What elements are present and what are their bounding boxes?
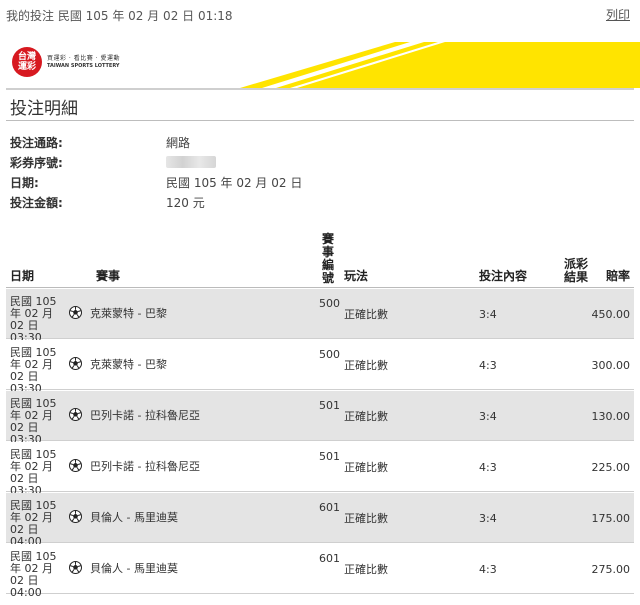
row-bet: 3:4 <box>479 308 497 321</box>
row-event-code: 500 <box>319 348 340 361</box>
table-row: 民國 105 年 02 月 02 日 03:30 巴列卡諾 - 拉科魯尼亞 501 正… <box>6 391 634 446</box>
row-bet: 4:3 <box>479 563 497 576</box>
row-bet: 4:3 <box>479 359 497 372</box>
row-bet: 3:4 <box>479 512 497 525</box>
header-odds: 賠率 <box>605 269 630 283</box>
row-event-code: 501 <box>319 399 340 412</box>
row-event-code: 501 <box>319 450 340 463</box>
row-odds: 275.00 <box>591 563 631 576</box>
brand-header: 台灣 運彩 買運彩 · 看比賽 · 愛運動 TAIWAN SPORTS LOTT… <box>0 30 640 88</box>
header-play: 玩法 <box>344 269 369 283</box>
row-play: 正確比數 <box>344 359 388 372</box>
page-heading: 我的投注 民國 105 年 02 月 02 日 01:18 <box>6 9 233 23</box>
row-date: 民國 105 年 02 月 02 日 03:30 <box>10 346 57 395</box>
soccer-ball-icon <box>69 408 82 421</box>
table-row: 民國 105 年 02 月 02 日 03:30 巴列卡諾 - 拉科魯尼亞 501 正… <box>6 442 634 497</box>
logo-english: TAIWAN SPORTS LOTTERY <box>47 63 120 69</box>
row-play: 正確比數 <box>344 308 388 321</box>
row-date: 民國 105 年 02 月 02 日 03:30 <box>10 295 57 344</box>
row-match: 巴列卡諾 - 拉科魯尼亞 <box>90 460 200 473</box>
table-row: 民國 105 年 02 月 02 日 04:00 貝倫人 - 馬里迪莫 601 正確比… <box>6 493 634 548</box>
soccer-ball-icon <box>69 510 82 523</box>
row-play: 正確比數 <box>344 461 388 474</box>
page-title: 投注明細 <box>10 99 78 119</box>
header-event-code: 賽事編號 <box>322 232 335 285</box>
row-match: 貝倫人 - 馬里迪莫 <box>90 562 178 575</box>
soccer-ball-icon <box>69 306 82 319</box>
row-match: 巴列卡諾 - 拉科魯尼亞 <box>90 409 200 422</box>
row-odds: 130.00 <box>591 410 631 423</box>
logo-tagline: 買運彩 · 看比賽 · 愛運動 <box>47 55 120 62</box>
divider <box>6 120 634 121</box>
row-bet: 3:4 <box>479 410 497 423</box>
row-odds: 225.00 <box>591 461 631 474</box>
row-date: 民國 105 年 02 月 02 日 04:00 <box>10 499 57 548</box>
bet-table-header: 日期 賽事 賽事編號 玩法 投注內容 派彩結果 賠率 <box>6 228 634 288</box>
row-match: 克萊蒙特 - 巴黎 <box>90 307 167 320</box>
row-odds: 450.00 <box>591 308 631 321</box>
header-date: 日期 <box>10 269 35 283</box>
table-row: 民國 105 年 02 月 02 日 03:30 克萊蒙特 - 巴黎 500 正確比數… <box>6 289 634 344</box>
row-date: 民國 105 年 02 月 02 日 03:30 <box>10 397 57 446</box>
row-match: 貝倫人 - 馬里迪莫 <box>90 511 178 524</box>
soccer-ball-icon <box>69 561 82 574</box>
row-event-code: 500 <box>319 297 340 310</box>
row-odds: 300.00 <box>591 359 631 372</box>
soccer-ball-icon <box>69 357 82 370</box>
row-match: 克萊蒙特 - 巴黎 <box>90 358 167 371</box>
row-date: 民國 105 年 02 月 02 日 03:30 <box>10 448 57 497</box>
row-play: 正確比數 <box>344 563 388 576</box>
soccer-ball-icon <box>69 459 82 472</box>
row-odds: 175.00 <box>591 512 631 525</box>
header-payout-result: 派彩結果 <box>564 257 589 284</box>
taiwan-sports-lottery-logo: 台灣 運彩 <box>12 47 42 77</box>
header-match: 賽事 <box>96 269 121 283</box>
row-event-code: 601 <box>319 501 340 514</box>
row-play: 正確比數 <box>344 512 388 525</box>
divider <box>6 88 634 90</box>
table-row: 民國 105 年 02 月 02 日 04:00 貝倫人 - 馬里迪莫 601 正確比… <box>6 544 634 599</box>
print-link[interactable]: 列印 <box>606 6 630 23</box>
row-bet: 4:3 <box>479 461 497 474</box>
header-bet: 投注內容 <box>479 269 528 283</box>
row-play: 正確比數 <box>344 410 388 423</box>
redacted-serial <box>166 156 216 168</box>
row-event-code: 601 <box>319 552 340 565</box>
table-row: 民國 105 年 02 月 02 日 03:30 克萊蒙特 - 巴黎 500 正確比數… <box>6 340 634 395</box>
row-date: 民國 105 年 02 月 02 日 04:00 <box>10 550 57 599</box>
